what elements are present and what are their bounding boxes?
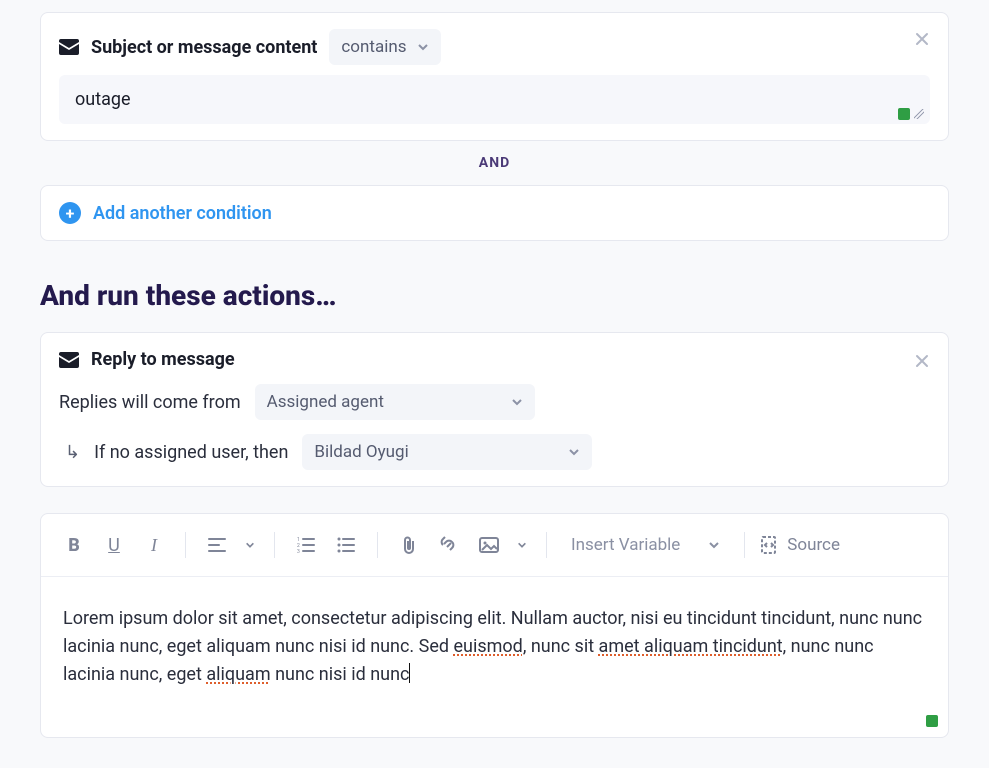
fallback-value: Bildad Oyugi [314, 442, 408, 462]
editor-body[interactable]: Lorem ipsum dolor sit amet, consectetur … [41, 577, 948, 737]
condition-card: Subject or message content contains outa… [40, 12, 949, 141]
attachment-button[interactable] [392, 528, 426, 562]
condition-separator: AND [40, 155, 949, 171]
resize-handle[interactable] [898, 108, 924, 120]
grammar-status-icon [898, 108, 910, 120]
add-condition-label: Add another condition [93, 203, 272, 224]
align-dropdown[interactable] [240, 528, 260, 562]
reply-editor: B U I 123 [40, 513, 949, 738]
image-dropdown[interactable] [512, 528, 532, 562]
toolbar-separator [274, 532, 275, 558]
remove-action-button[interactable] [914, 353, 930, 369]
action-title: Reply to message [91, 349, 235, 370]
replies-from-select[interactable]: Assigned agent [255, 384, 535, 420]
condition-value-text: outage [75, 89, 131, 110]
insert-variable-label: Insert Variable [571, 535, 680, 555]
replies-from-label: Replies will come from [59, 392, 241, 413]
spell-error: amet aliquam tincidunt [599, 636, 783, 657]
envelope-icon [59, 350, 79, 370]
insert-variable-select[interactable]: Insert Variable [561, 529, 730, 561]
actions-section-heading: And run these actions… [40, 279, 949, 312]
action-card: Reply to message Replies will come from … [40, 332, 949, 487]
replies-from-value: Assigned agent [267, 392, 384, 412]
italic-button[interactable]: I [137, 528, 171, 562]
fallback-select[interactable]: Bildad Oyugi [302, 434, 592, 470]
plus-circle-icon: + [59, 202, 81, 224]
add-condition-card[interactable]: + Add another condition [40, 185, 949, 241]
remove-condition-button[interactable] [914, 31, 930, 47]
body-text: , nunc sit [523, 636, 599, 657]
source-label: Source [787, 535, 840, 555]
svg-text:3: 3 [297, 549, 300, 553]
underline-button[interactable]: U [97, 528, 131, 562]
chevron-down-icon [417, 41, 429, 53]
toolbar-separator [185, 532, 186, 558]
ordered-list-button[interactable]: 123 [289, 528, 323, 562]
chevron-down-icon [511, 396, 523, 408]
unordered-list-button[interactable] [329, 528, 363, 562]
image-button[interactable] [472, 528, 506, 562]
condition-title: Subject or message content [91, 37, 317, 58]
bold-button[interactable]: B [57, 528, 91, 562]
text-cursor [409, 663, 410, 683]
editor-toolbar: B U I 123 [41, 514, 948, 577]
resize-grip-icon [914, 109, 924, 119]
chevron-down-icon [568, 446, 580, 458]
toolbar-separator [377, 532, 378, 558]
operator-select[interactable]: contains [329, 29, 440, 65]
spell-error: aliquam [206, 664, 270, 685]
fallback-arrow-icon: ↳ [65, 442, 80, 463]
align-button[interactable] [200, 528, 234, 562]
body-text: nunc nisi id nunc [271, 664, 410, 685]
source-button[interactable]: Source [759, 535, 840, 555]
spell-error: euismod [453, 636, 522, 657]
toolbar-separator [744, 532, 745, 558]
link-button[interactable] [432, 528, 466, 562]
envelope-icon [59, 37, 79, 57]
fallback-label: If no assigned user, then [94, 442, 288, 463]
operator-value: contains [341, 37, 406, 57]
toolbar-separator [546, 532, 547, 558]
condition-value-input[interactable]: outage [59, 75, 930, 124]
